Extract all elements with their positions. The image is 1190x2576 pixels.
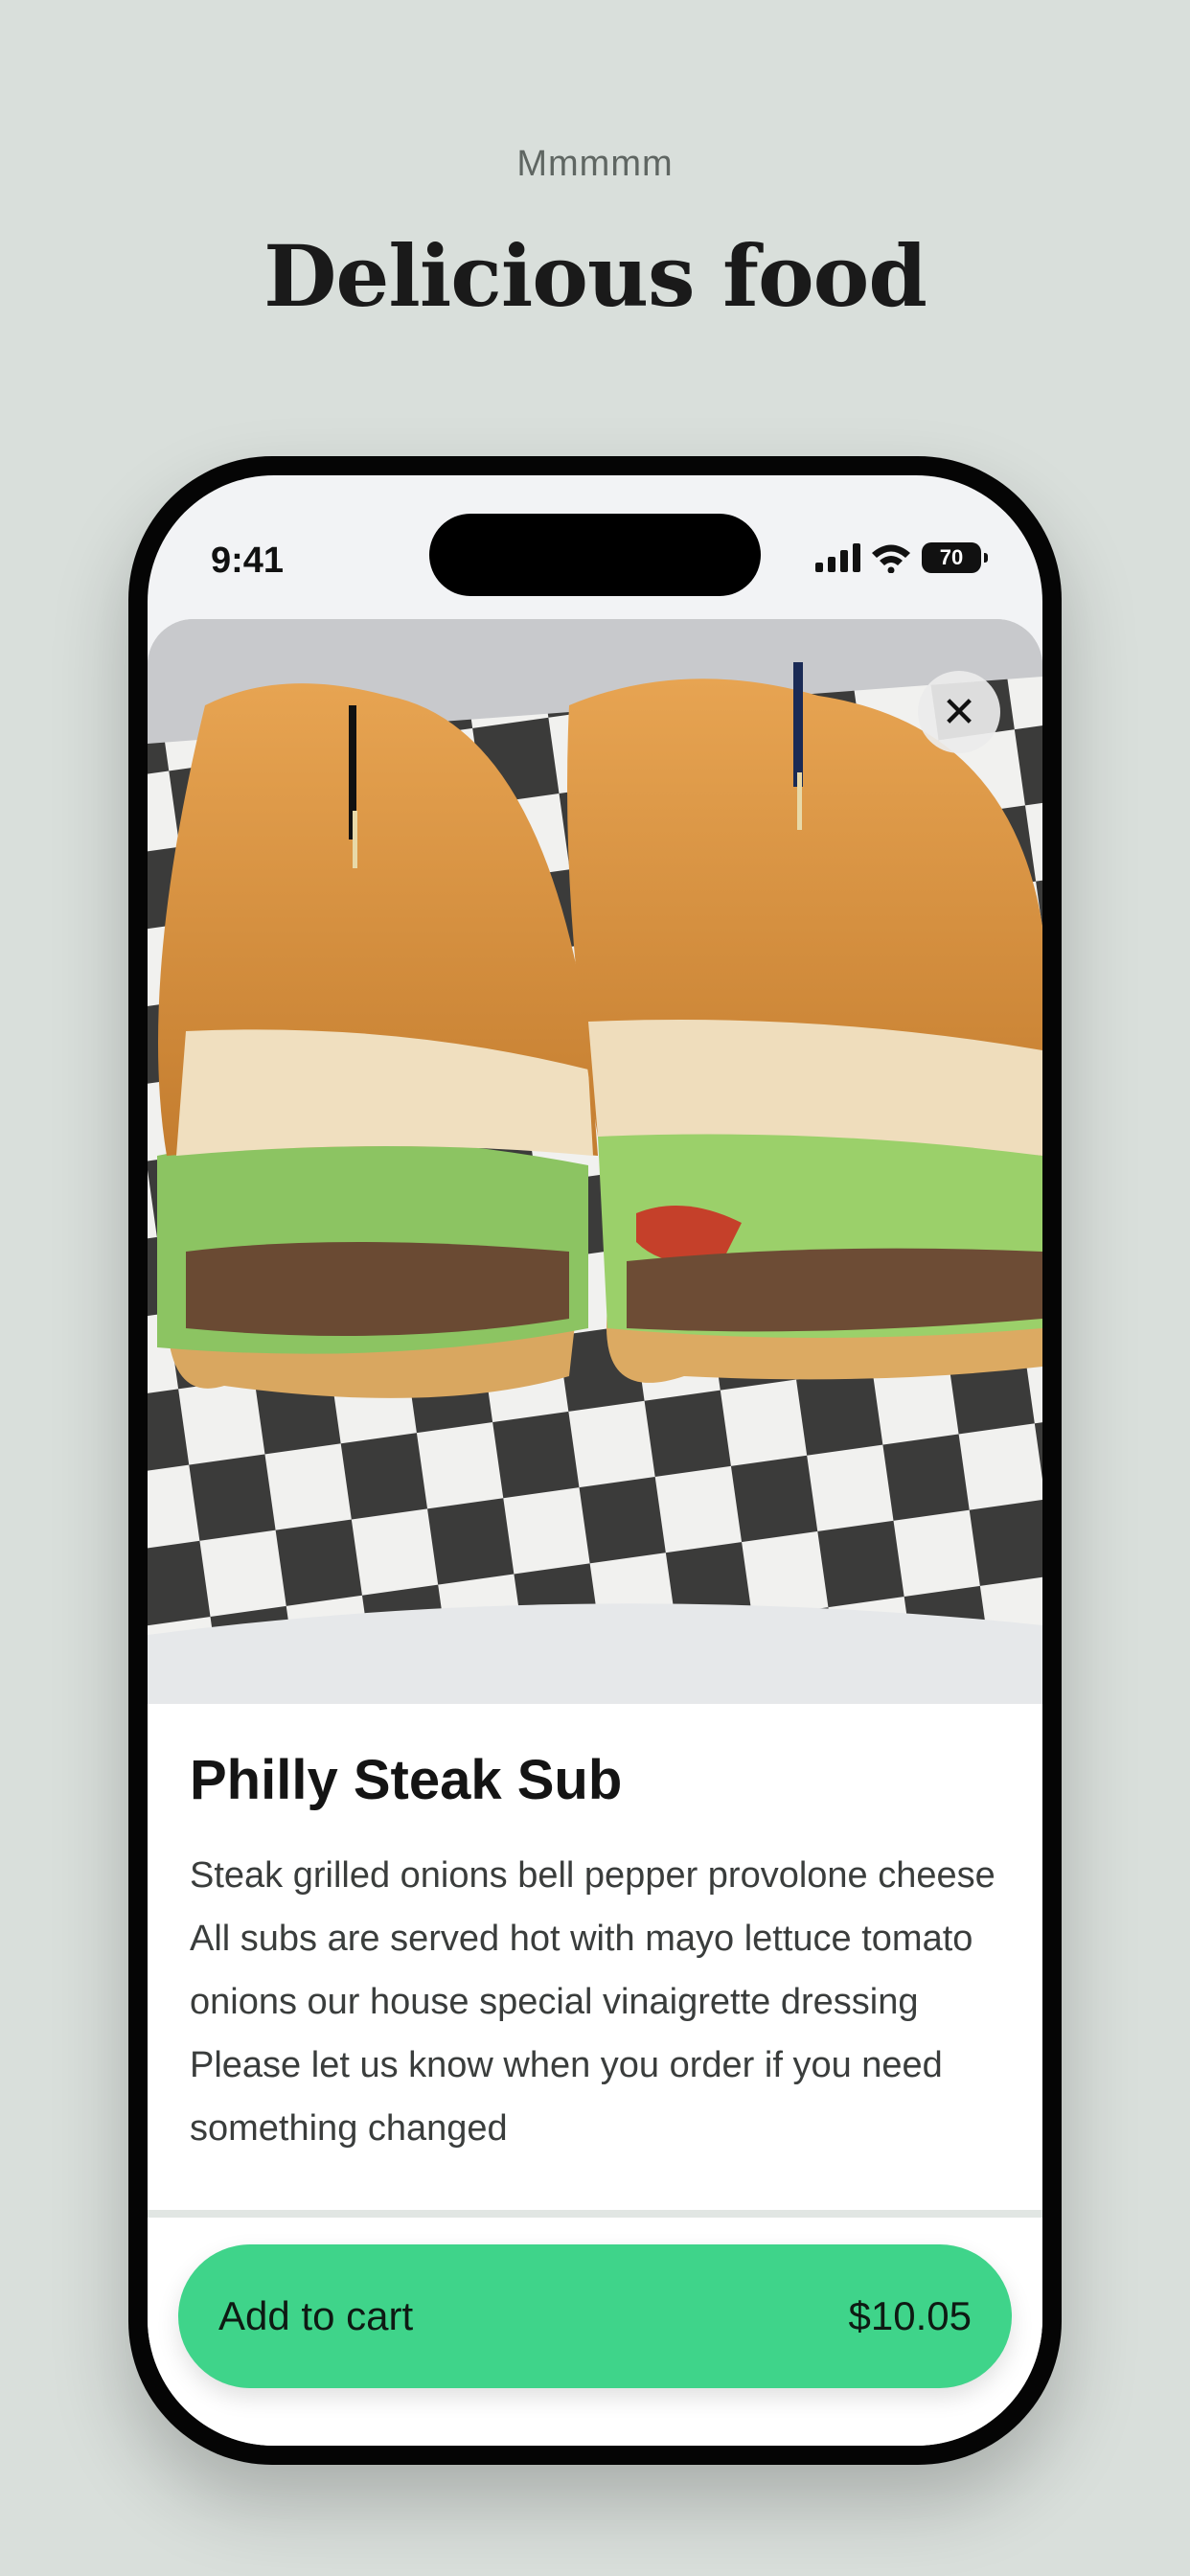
item-title: Philly Steak Sub <box>190 1749 623 1811</box>
eyebrow: Mmmmm <box>516 144 674 184</box>
signal-icon <box>815 543 860 572</box>
status-icons: 70 <box>815 542 988 573</box>
close-icon: ✕ <box>941 688 977 736</box>
battery-icon: 70 <box>922 542 988 573</box>
add-to-cart-button[interactable]: Add to cart $10.05 <box>178 2244 1012 2388</box>
phone-frame: 9:41 70 ✕ Philly Steak Sub Steak grilled… <box>128 456 1062 2465</box>
cart-price: $10.05 <box>848 2293 972 2338</box>
divider <box>148 2210 1042 2218</box>
phone-screen: 9:41 70 ✕ Philly Steak Sub Steak grilled… <box>148 475 1042 2446</box>
add-to-cart-label: Add to cart <box>218 2293 414 2338</box>
close-button[interactable]: ✕ <box>918 671 1000 753</box>
sandwich-photo: ✕ <box>148 619 1042 1704</box>
wifi-icon <box>872 544 910 573</box>
status-time: 9:41 <box>211 540 285 581</box>
page-headline: Delicious food <box>263 226 927 326</box>
item-detail-sheet: ✕ Philly Steak Sub Steak grilled onions … <box>148 619 1042 2446</box>
item-description: Steak grilled onions bell pepper provolo… <box>190 1855 995 2149</box>
dynamic-island <box>429 514 761 596</box>
